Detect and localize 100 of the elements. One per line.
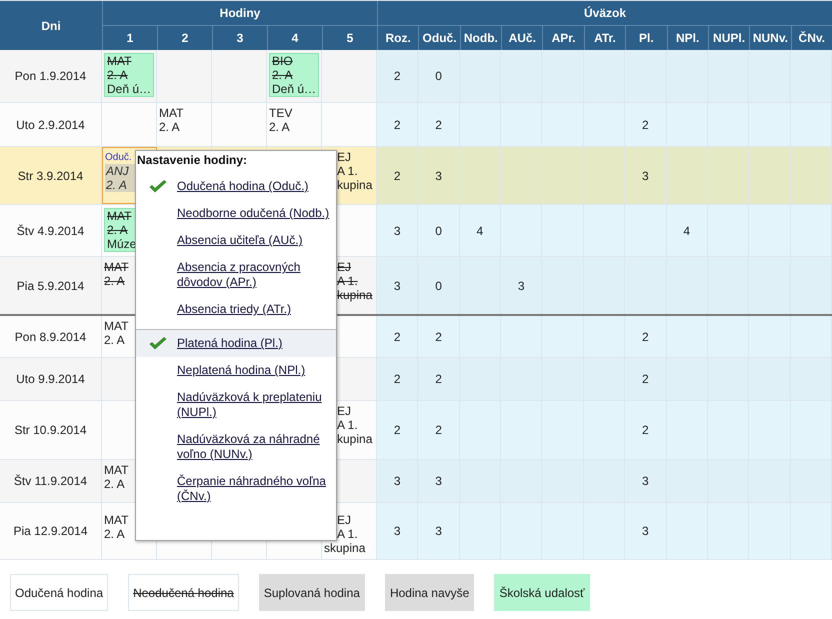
table-cell: 2 [625, 401, 667, 459]
table-cell[interactable]: MAT 2. A [157, 103, 212, 146]
column-header: 2 [157, 26, 212, 50]
table-cell: 2 [377, 147, 418, 204]
lesson-line: MAT [104, 319, 130, 333]
lesson-line: TEV [269, 106, 294, 120]
table-cell: 0 [418, 205, 460, 256]
table-cell: 3 [501, 257, 542, 314]
table-cell: 4 [460, 205, 502, 256]
column-header: Dni [0, 1, 102, 50]
table-cell: 3 [418, 503, 460, 559]
table-cell: 2 [377, 316, 418, 357]
lesson-line: EJ [336, 513, 352, 527]
legend-item: Suplovaná hodina [258, 574, 365, 611]
lesson-line: 2. A [104, 527, 126, 541]
legend-item: Odučená hodina [10, 574, 108, 611]
table-cell: 2 [377, 50, 418, 102]
table-cell: 3 [377, 503, 418, 559]
lesson-line: 2. A [104, 333, 126, 347]
lesson-line: 2. A [104, 274, 126, 288]
checkmark-icon [149, 337, 167, 351]
substituted-lesson[interactable]: ANJ 2. A [105, 164, 137, 192]
legend-item: Hodina navyše [384, 574, 474, 611]
column-header: Hodiny [102, 1, 377, 26]
column-header: AUč. [501, 26, 542, 50]
column-header: 4 [267, 26, 322, 50]
column-header: Oduč. [418, 26, 460, 50]
table-cell: 2 [418, 103, 460, 146]
column-header: NUNv. [749, 26, 791, 50]
column-header: NPl. [666, 26, 708, 50]
table-cell: 3 [625, 503, 667, 559]
column-header: ATr. [584, 26, 626, 50]
day-cell: Pia 5.9.2014 [0, 257, 102, 314]
lesson-line: A 1. [336, 418, 359, 432]
lesson-line: EJ [336, 260, 352, 274]
table-cell: 3 [377, 460, 418, 502]
column-header: ČNv. [790, 26, 832, 50]
lesson-line: MAT [104, 463, 130, 477]
day-cell: Štv 11.9.2014 [0, 460, 102, 502]
lesson-line: Deň ú… [272, 82, 318, 96]
lesson-line: BIO [272, 54, 294, 68]
lesson-line: 2. A [159, 120, 181, 134]
table-cell: 3 [377, 205, 418, 256]
lesson-line: MAT [159, 106, 184, 120]
column-header: 1 [102, 26, 157, 50]
lesson-line: kupina [336, 288, 374, 302]
column-header: Úväzok [377, 1, 832, 26]
table-cell: 3 [418, 147, 460, 204]
lesson-line: skupina [324, 541, 366, 555]
day-cell: Str 3.9.2014 [0, 147, 102, 204]
column-header: NUPl. [708, 26, 750, 50]
lesson-line: 2. A [272, 68, 294, 82]
lesson-line: Múze [107, 237, 138, 251]
lesson-line: A 1. [336, 164, 359, 178]
table-cell[interactable]: TEV 2. A [267, 103, 322, 146]
lesson-line: 2. A [106, 178, 128, 192]
table-cell: 2 [377, 401, 418, 459]
lesson-line: kupina [336, 178, 374, 192]
table-cell: 2 [377, 358, 418, 400]
lesson-line: EJ [336, 404, 352, 418]
column-header: Roz. [377, 26, 418, 50]
table-cell: 3 [625, 460, 667, 502]
table-cell: 2 [418, 316, 460, 357]
lesson-line: 2. A [104, 477, 126, 491]
table-cell: 2 [418, 401, 460, 459]
lesson-line: Deň ú… [107, 82, 152, 96]
lesson-line: EJ [336, 150, 352, 164]
table-cell: 2 [625, 358, 667, 400]
table-cell: 2 [625, 316, 667, 357]
lesson-line: A 1. [336, 274, 359, 288]
table-cell: 2 [377, 103, 418, 146]
table-cell: 3 [418, 460, 460, 502]
legend-item: Neodučená hodina [128, 574, 239, 611]
table-cell: 2 [625, 103, 667, 146]
column-header: Nodb. [460, 26, 502, 50]
table-cell: 3 [377, 257, 418, 314]
table-cell: 2 [418, 358, 460, 400]
lesson-line: ANJ [106, 164, 130, 178]
lesson-line: A 1. [336, 527, 359, 541]
column-header: 3 [212, 26, 267, 50]
lesson-line: 2. A [107, 223, 129, 237]
table-cell: 0 [418, 257, 460, 314]
lesson-line: kupina [336, 432, 374, 446]
lesson-line: MAT [107, 209, 132, 223]
column-header: APr. [542, 26, 584, 50]
day-cell: Uto 9.9.2014 [0, 358, 102, 400]
menu-item[interactable]: Platená hodina (Pl.) [136, 330, 336, 357]
lesson-line: MAT [107, 54, 132, 68]
lesson-line: MAT [104, 260, 130, 274]
day-cell: Pon 1.9.2014 [0, 50, 102, 102]
legend-item: Školská udalosť [494, 574, 590, 611]
column-header: 5 [322, 26, 377, 50]
lesson-line: 2. A [269, 120, 291, 134]
table-cell: 4 [666, 205, 708, 256]
lesson-line: MAT [104, 513, 130, 527]
table-cell: 0 [418, 50, 460, 102]
lesson-line: 2. A [107, 68, 129, 82]
checkmark-icon [149, 180, 167, 194]
table-cell: 3 [625, 147, 667, 204]
menu-item[interactable]: Neplatená hodina (NPl.) [136, 357, 336, 384]
